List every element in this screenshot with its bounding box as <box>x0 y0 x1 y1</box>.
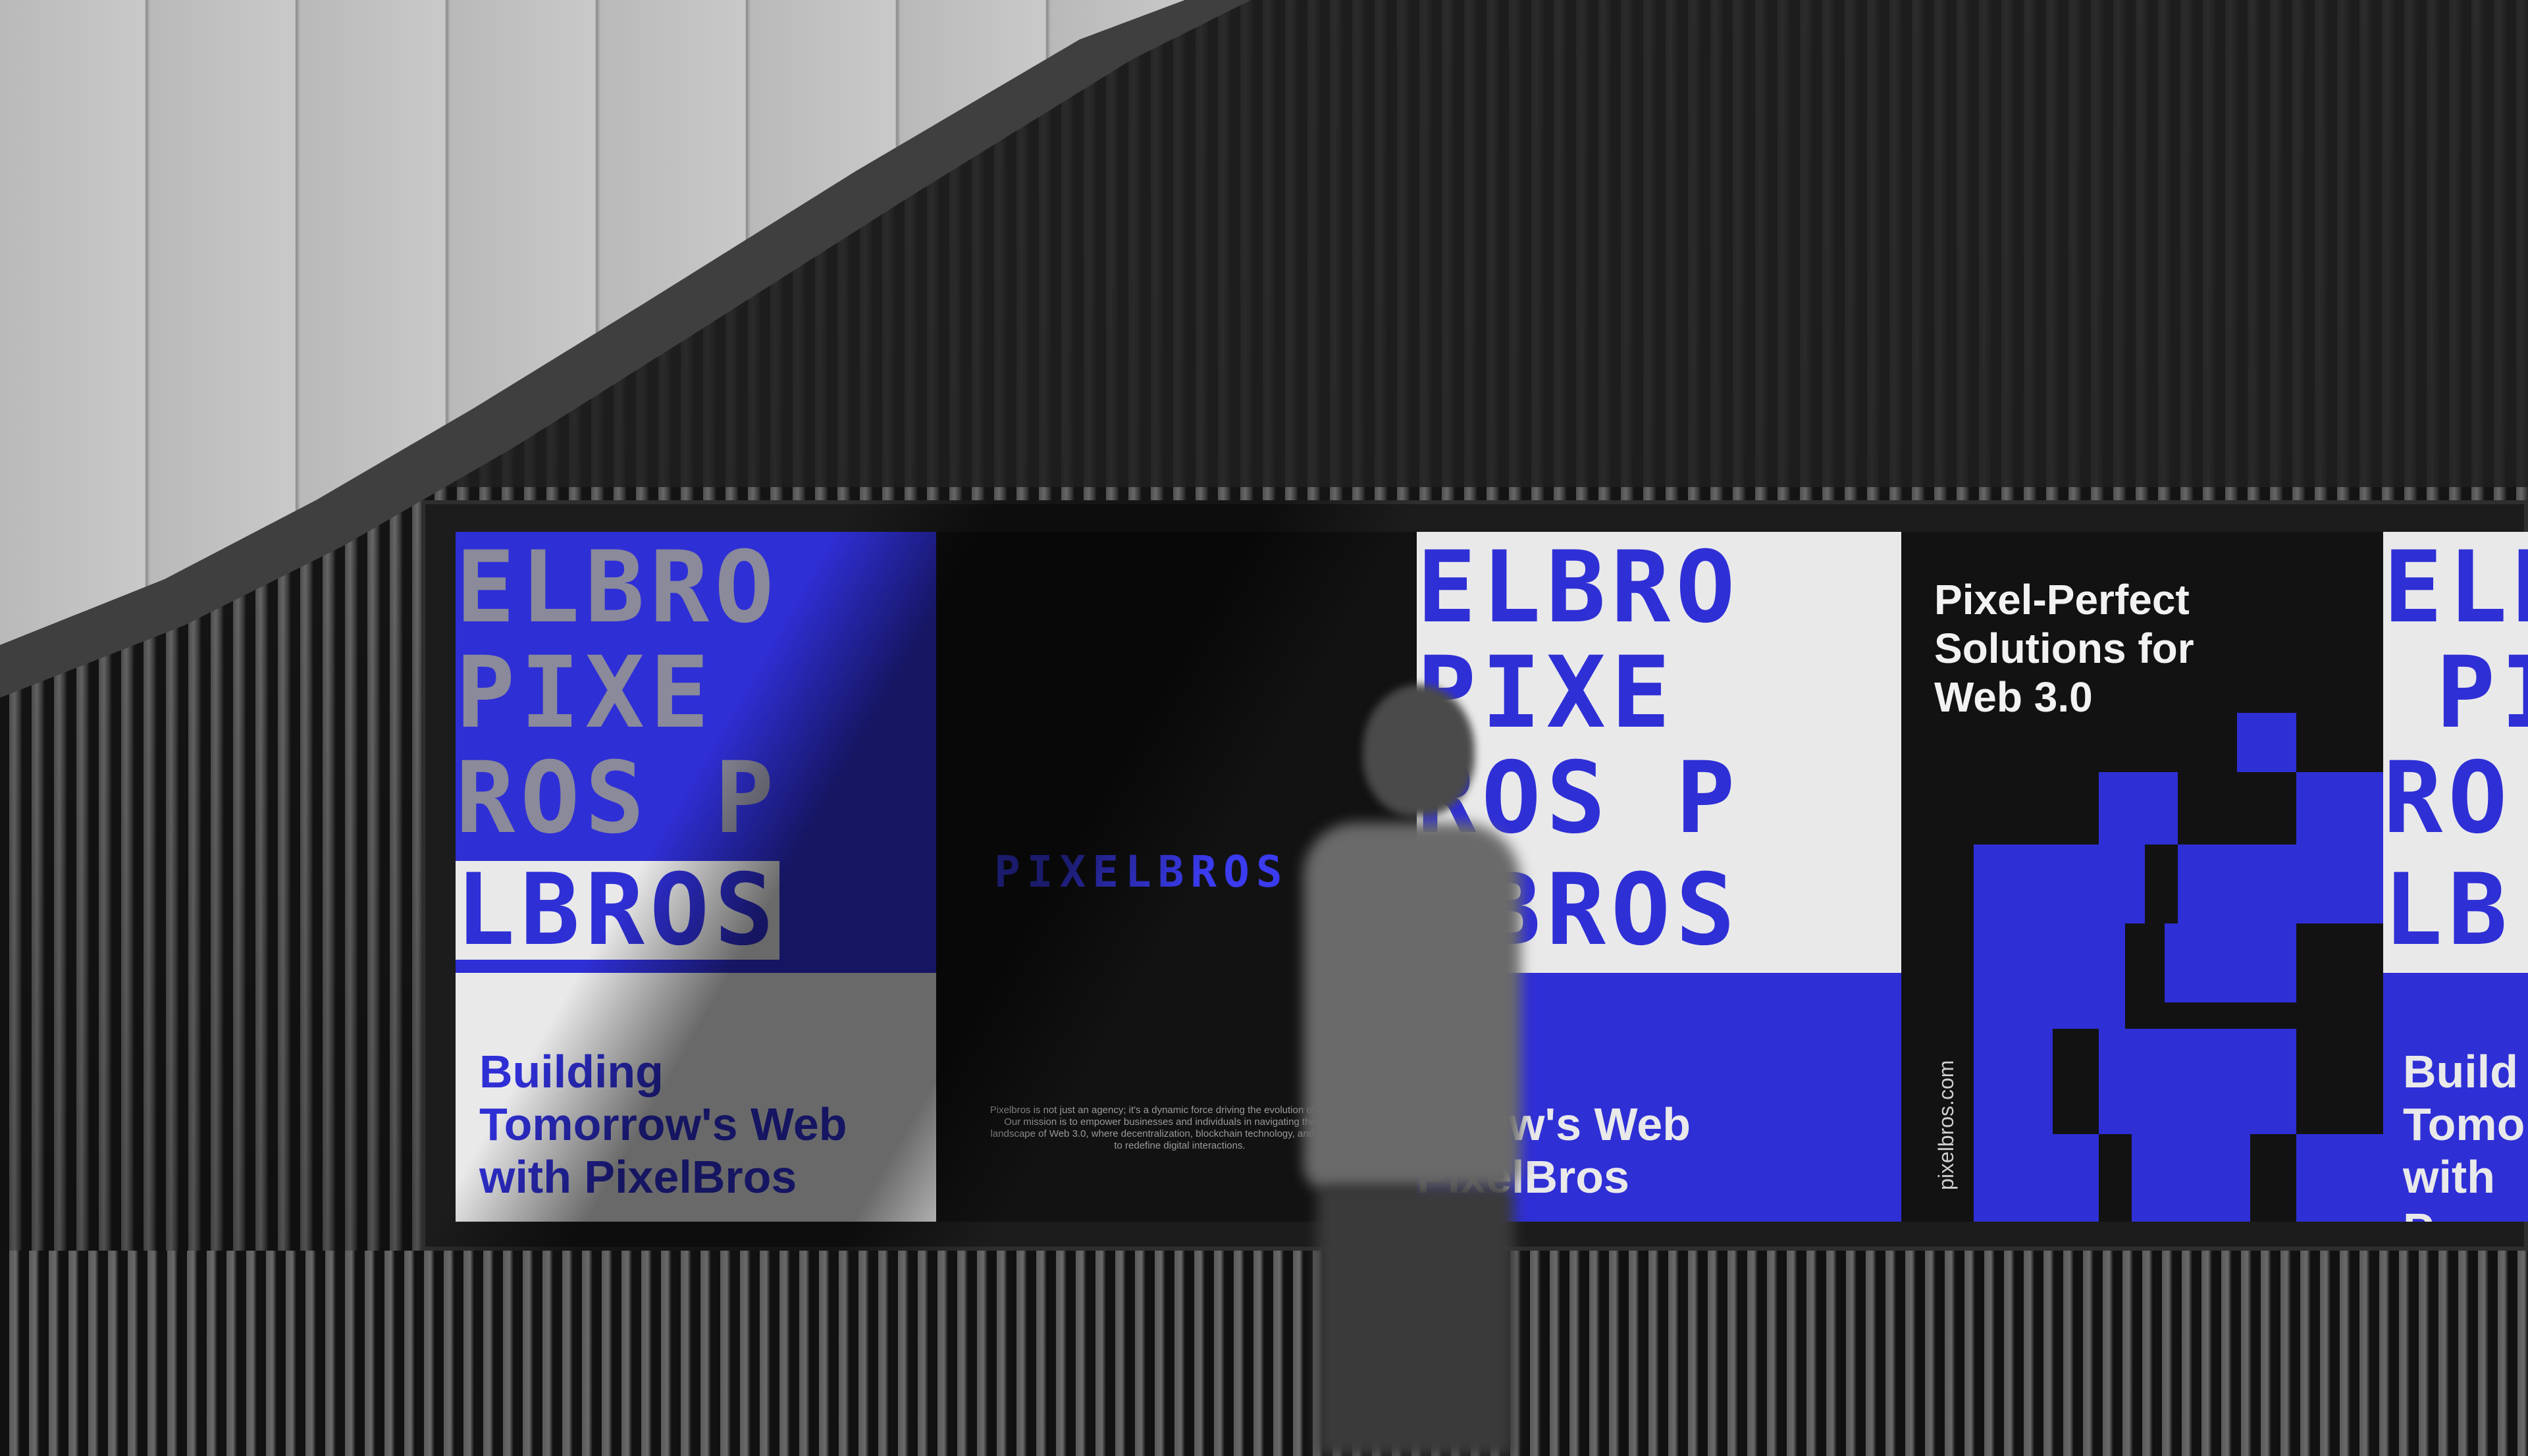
walking-person <box>1277 685 1620 1456</box>
poster-headline: Build Tomo with P <box>2403 1045 2528 1222</box>
poster-headline: Building Tomorrow's Web with PixelBros <box>479 1045 847 1203</box>
pixel-art-block <box>2237 713 2296 772</box>
pixel-word-line: LBROS <box>456 853 779 968</box>
lower-wall <box>0 1251 2528 1456</box>
headline-line: Solutions for <box>1934 625 2194 672</box>
pixel-word-line: ROS P <box>456 741 779 856</box>
headline-line: Building <box>479 1046 664 1097</box>
pixel-art-block <box>1974 1134 2099 1222</box>
pixel-word-line: ELB <box>2383 532 2528 645</box>
pixel-art-block <box>1974 1029 2053 1134</box>
headline-line: Build <box>2403 1046 2518 1097</box>
headline-line: with PixelBros <box>479 1151 797 1203</box>
pixel-word-line: PIXE <box>456 636 715 750</box>
person-head <box>1363 685 1475 816</box>
pixel-art-block <box>2099 772 2178 845</box>
headline-line: with P <box>2403 1151 2495 1222</box>
poster-building-tomorrow: ELBRO PIXE ROS P LBROS Building Tomorrow… <box>456 532 936 1222</box>
poster-building-tomorrow-3: ELB PI RO LB Build Tomo with P <box>2383 532 2528 1222</box>
person-torso <box>1304 823 1521 1191</box>
pixel-word-line: RO <box>2383 741 2513 856</box>
photo-scene: ELBRO PIXE ROS P LBROS Building Tomorrow… <box>0 0 2528 1456</box>
headline-line: Tomo <box>2403 1099 2525 1150</box>
pixelbros-logo: PIXELBROS <box>994 846 1289 897</box>
poster-url: pixelbros.com <box>1934 1060 1958 1190</box>
pixel-art-block <box>2099 1029 2296 1134</box>
pixel-art-block <box>1974 923 2125 1029</box>
headline-line: Web 3.0 <box>1934 673 2093 721</box>
pixel-art-block <box>1974 845 2145 923</box>
pixel-word-line: ELBRO <box>456 532 779 645</box>
pixel-word-line: ELBRO <box>1417 532 1741 645</box>
pixel-art-block <box>2165 923 2296 1002</box>
pixel-art-block <box>2178 845 2383 923</box>
pixel-art-block <box>2296 1134 2383 1222</box>
person-legs <box>1317 1185 1514 1456</box>
poster-headline: Pixel-Perfect Solutions for Web 3.0 <box>1934 575 2194 721</box>
pixel-word-line: LB <box>2383 853 2513 968</box>
pixel-word-line: PI <box>2436 636 2528 750</box>
headline-line: Pixel-Perfect <box>1934 576 2190 623</box>
pixel-art-block <box>2296 772 2383 845</box>
headline-line: Tomorrow's Web <box>479 1099 847 1150</box>
poster-pixel-perfect: Pixel-Perfect Solutions for Web 3.0 pixe… <box>1901 532 2383 1222</box>
pixel-art-block <box>2132 1134 2250 1222</box>
